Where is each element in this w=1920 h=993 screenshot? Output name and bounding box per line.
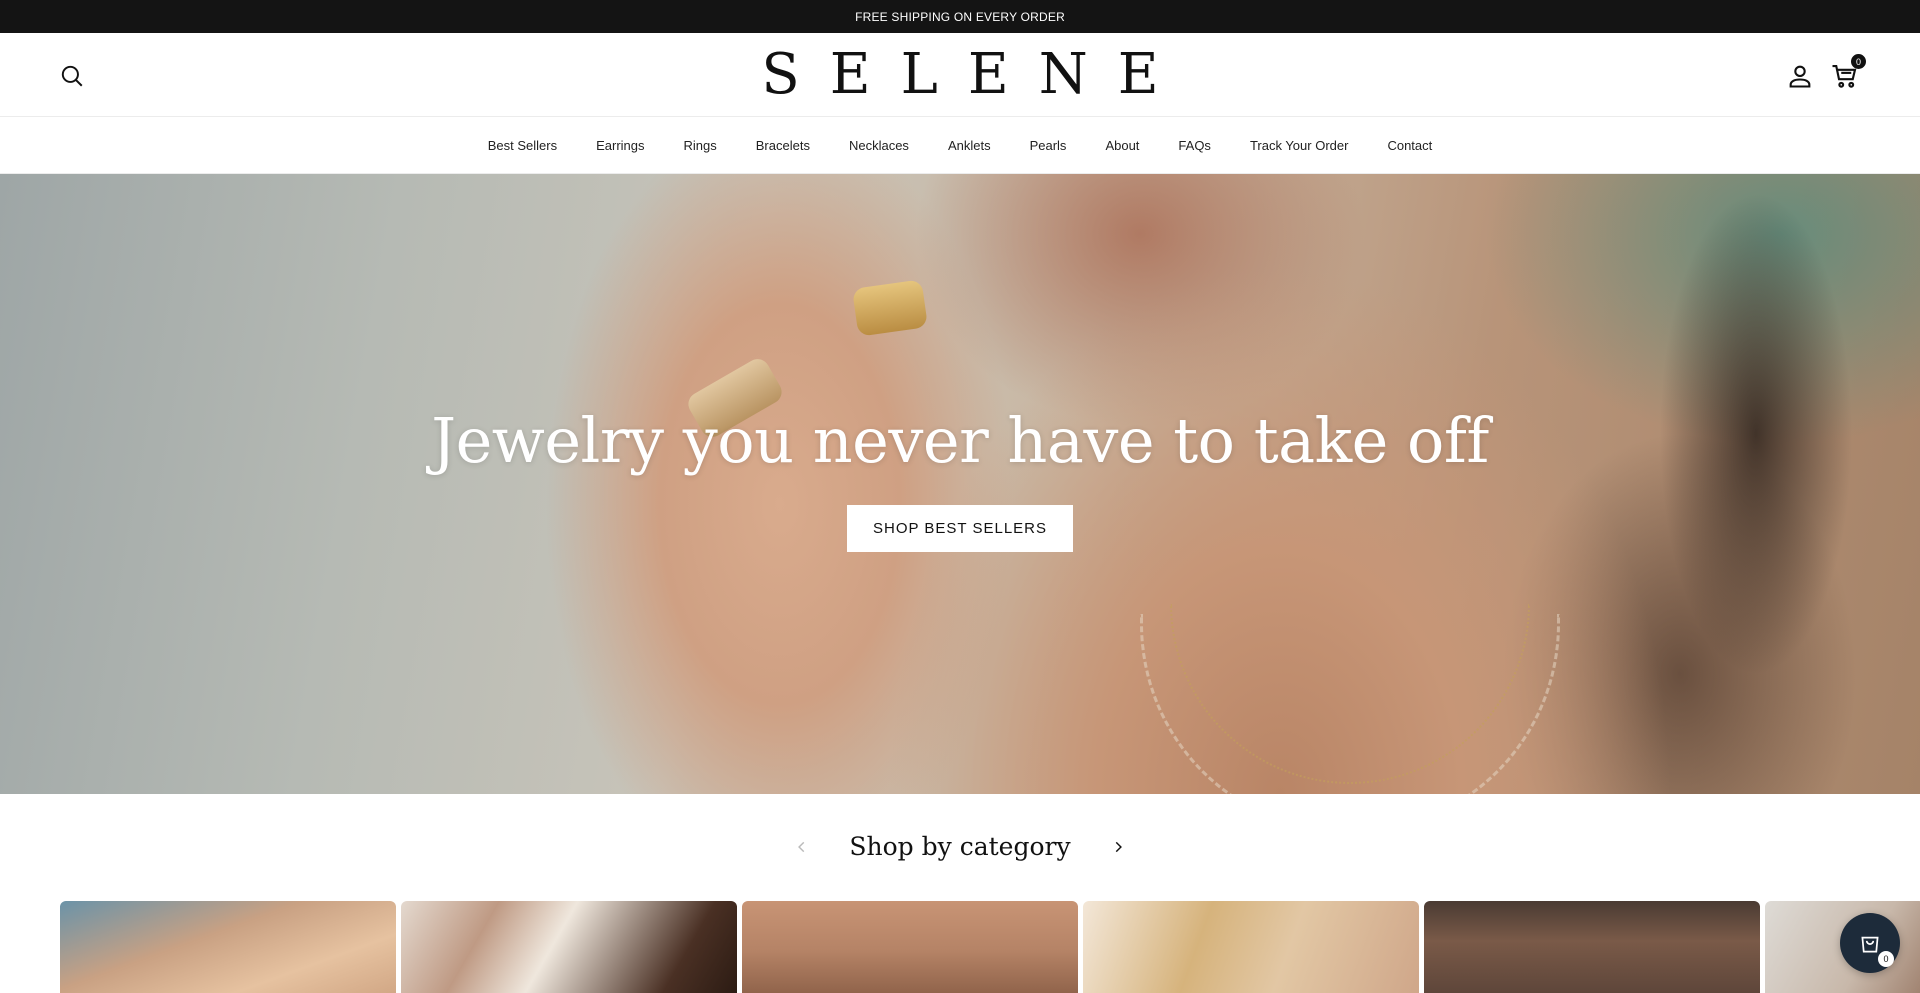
nav-item-contact[interactable]: Contact [1368,138,1452,153]
floating-cart-count: 0 [1878,951,1894,967]
category-carousel [60,901,1920,993]
nav-item-rings[interactable]: Rings [664,138,736,153]
category-card[interactable] [742,901,1078,993]
search-icon [61,65,83,87]
site-logo[interactable]: SELENE [731,41,1188,108]
main-nav: Best Sellers Earrings Rings Bracelets Ne… [0,117,1920,174]
category-card[interactable] [1424,901,1760,993]
chevron-left-icon [798,841,805,852]
nav-item-best-sellers[interactable]: Best Sellers [468,138,576,153]
user-icon [1789,65,1811,88]
category-card[interactable] [1083,901,1419,993]
nav-item-faqs[interactable]: FAQs [1159,138,1231,153]
category-card[interactable] [60,901,396,993]
category-title: Shop by category [849,832,1071,861]
hero-content: Jewelry you never have to take off SHOP … [0,404,1920,552]
announcement-bar: FREE SHIPPING ON EVERY ORDER [0,0,1920,33]
floating-cart-button[interactable]: 0 [1840,913,1900,973]
cart-button[interactable]: 0 [1830,54,1866,91]
nav-item-pearls[interactable]: Pearls [1010,138,1086,153]
search-button[interactable] [59,63,85,89]
nav-item-necklaces[interactable]: Necklaces [829,138,928,153]
shop-by-category-section: Shop by category [0,794,1920,993]
nav-item-anklets[interactable]: Anklets [928,138,1010,153]
nav-item-track-order[interactable]: Track Your Order [1230,138,1368,153]
shopping-bag-icon [1861,936,1879,953]
category-prev-button[interactable] [791,836,813,858]
cart-count-badge: 0 [1851,54,1866,69]
shop-best-sellers-button[interactable]: SHOP BEST SELLERS [846,505,1074,552]
nav-item-bracelets[interactable]: Bracelets [736,138,829,153]
hero-title: Jewelry you never have to take off [431,404,1489,477]
category-header: Shop by category [0,832,1920,861]
nav-item-earrings[interactable]: Earrings [577,138,664,153]
site-header: SELENE 0 [0,33,1920,117]
category-next-button[interactable] [1107,836,1129,858]
nav-item-about[interactable]: About [1086,138,1159,153]
announcement-text: FREE SHIPPING ON EVERY ORDER [855,9,1065,24]
account-button[interactable] [1786,62,1814,90]
category-card[interactable] [401,901,737,993]
chevron-right-icon [1115,841,1122,852]
hero-image-ring [852,279,928,337]
hero-banner: Jewelry you never have to take off SHOP … [0,174,1920,794]
